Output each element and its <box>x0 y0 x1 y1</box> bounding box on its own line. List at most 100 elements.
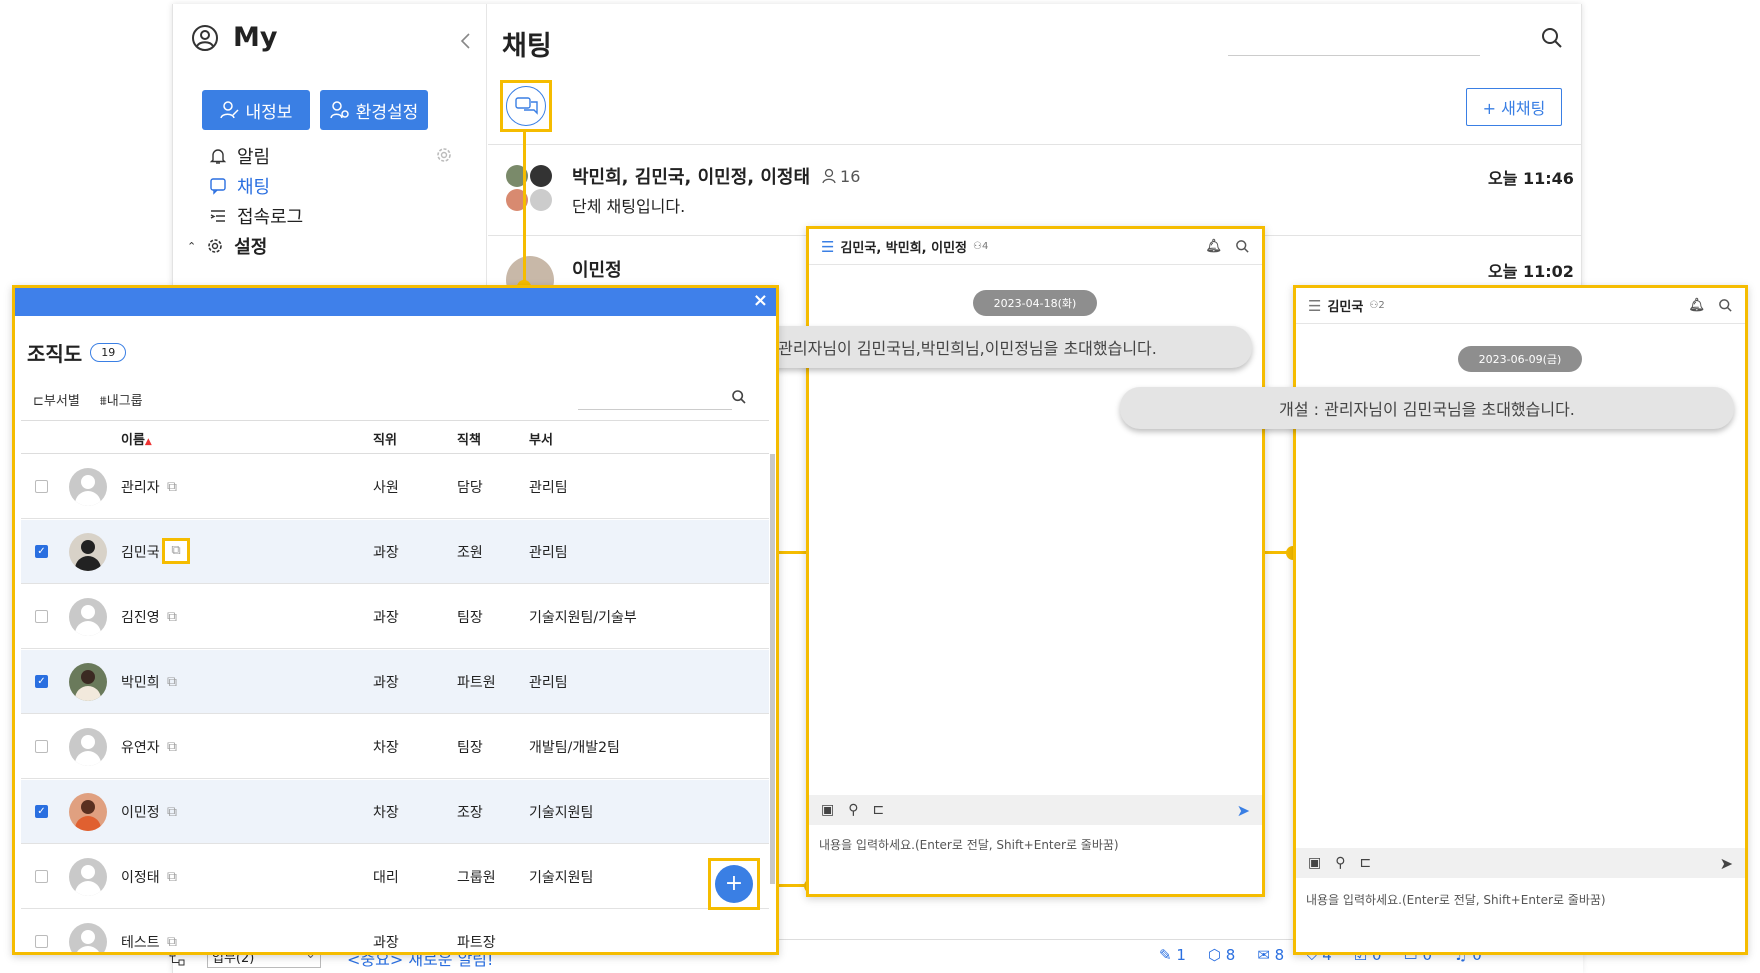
chat-icon[interactable]: ⧉ <box>167 609 177 625</box>
avatar <box>69 597 107 636</box>
bell-icon[interactable]: 🔔︎ <box>1688 298 1705 313</box>
tab-group[interactable]: ⩩내그룹 <box>100 390 143 409</box>
pen-icon-count[interactable]: ✎ 1 <box>1159 946 1186 964</box>
chat-name: 이민정 <box>572 260 622 281</box>
row-name: 김진영 <box>121 609 160 626</box>
table-row[interactable]: 관리자 ⧉ 사원 담당 관리팀 <box>21 455 769 519</box>
table-row[interactable]: ✓ 김민국 ⧉ 과장 조원 관리팀 <box>21 520 769 584</box>
row-dept: 관리팀 <box>529 674 568 691</box>
chat-toolbar: ▣ ⚲ ⊏ ➤ <box>1296 848 1745 878</box>
row-checkbox[interactable] <box>35 480 48 493</box>
myinfo-label: 내정보 <box>245 102 293 123</box>
chat-time: 오늘 11:46 <box>1488 169 1574 188</box>
row-role: 팀장 <box>457 739 483 756</box>
chat-icon[interactable]: ⧉ <box>162 538 190 564</box>
bell-icon[interactable]: 🔔︎ <box>1205 239 1222 254</box>
menu-icon[interactable]: ☰ <box>821 238 834 256</box>
org-icon[interactable]: ⊏ <box>873 802 885 818</box>
chat-icon[interactable]: ⧉ <box>167 804 177 820</box>
user-circle-icon <box>192 24 218 51</box>
row-checkbox[interactable] <box>35 870 48 883</box>
person-icon: ⚇ <box>973 241 982 252</box>
image-icon[interactable]: ▣ <box>821 802 834 818</box>
row-rank: 대리 <box>373 869 399 886</box>
row-checkbox[interactable]: ✓ <box>35 545 48 558</box>
chat-double-icon <box>515 97 538 115</box>
row-checkbox[interactable]: ✓ <box>35 805 48 818</box>
avatar <box>69 532 107 571</box>
attach-icon[interactable]: ⚲ <box>848 802 858 818</box>
add-chat-button[interactable]: + <box>715 865 753 903</box>
row-role: 조장 <box>457 804 483 821</box>
row-checkbox[interactable] <box>35 740 48 753</box>
scrollbar[interactable] <box>770 454 775 884</box>
table-row[interactable]: 김진영 ⧉ 과장 팀장 기술지원팀/기술부 <box>21 585 769 649</box>
chat-bubble-icon <box>210 178 226 195</box>
col-name[interactable]: 이름▲ <box>121 429 152 448</box>
message-input[interactable]: 내용을 입력하세요.(Enter로 전달, Shift+Enter로 줄바꿈) <box>1306 891 1606 908</box>
row-checkbox[interactable] <box>35 610 48 623</box>
settings-label: 환경설정 <box>355 102 419 123</box>
image-icon[interactable]: ▣ <box>1308 855 1321 871</box>
tab-dept[interactable]: ⊏부서별 <box>33 390 80 409</box>
search-icon[interactable] <box>1540 26 1564 50</box>
search-input[interactable] <box>1228 24 1480 56</box>
chat-icon[interactable]: ⧉ <box>167 674 177 690</box>
search-icon[interactable] <box>731 389 747 405</box>
search-icon[interactable] <box>1235 239 1250 254</box>
table-row[interactable]: ✓ 박민희 ⧉ 과장 파트원 관리팀 <box>21 650 769 714</box>
mail-icon-count[interactable]: ✉ 8 <box>1257 946 1284 964</box>
row-name: 유연자 <box>121 739 160 756</box>
chat-icon[interactable]: ⧉ <box>167 934 177 950</box>
chat-list-item[interactable]: 박민희, 김민국, 이민정, 이정태 16 단체 채팅입니다. 오늘 11:46 <box>488 145 1582 225</box>
search-icon[interactable] <box>1718 298 1733 313</box>
user-gear-icon <box>329 101 349 119</box>
avatar <box>69 857 107 896</box>
row-checkbox[interactable] <box>35 935 48 948</box>
myinfo-button[interactable]: 내정보 <box>202 90 310 130</box>
table-row[interactable]: ✓ 이민정 ⧉ 차장 조장 기술지원팀 <box>21 780 769 844</box>
send-icon[interactable]: ➤ <box>1237 801 1250 820</box>
menu-icon[interactable]: ☰ <box>1308 297 1321 315</box>
menu-item-access-log[interactable]: 접속로그 <box>209 203 303 229</box>
collapse-chevron-icon[interactable] <box>459 32 471 50</box>
org-icon[interactable]: ⊏ <box>1360 855 1372 871</box>
bell-icon <box>209 149 227 164</box>
chat-toolbar: ▣ ⚲ ⊏ ➤ <box>809 795 1262 825</box>
chat-window-header: ☰ 김민국 ⚇2 🔔︎ <box>1296 288 1745 324</box>
org-search-input[interactable] <box>578 384 732 410</box>
chat-icon[interactable]: ⧉ <box>167 739 177 755</box>
row-dept: 기술지원팀/기술부 <box>529 609 637 626</box>
col-rank[interactable]: 직위 <box>373 429 397 448</box>
send-icon[interactable]: ➤ <box>1720 854 1733 873</box>
avatar <box>69 922 107 952</box>
box-icon-count[interactable]: ⬡ 8 <box>1208 946 1235 964</box>
menu-label: 채팅 <box>237 177 271 198</box>
new-chat-button[interactable]: + 새채팅 <box>1466 88 1562 126</box>
gear-icon[interactable] <box>435 146 453 164</box>
org-chat-button[interactable] <box>506 86 546 126</box>
row-dept: 관리팀 <box>529 479 568 496</box>
col-dept[interactable]: 부서 <box>529 429 553 448</box>
menu-item-settings[interactable]: ⌃ 설정 <box>187 233 267 259</box>
chat-preview: 단체 채팅입니다. <box>572 197 686 216</box>
table-row[interactable]: 테스트 ⧉ 과장 파트장 <box>21 910 769 952</box>
org-chat-button-highlight <box>500 80 552 132</box>
settings-button[interactable]: 환경설정 <box>320 90 428 130</box>
chat-icon[interactable]: ⧉ <box>167 869 177 885</box>
col-role[interactable]: 직책 <box>457 429 481 448</box>
row-rank: 과장 <box>373 674 399 691</box>
member-count: 16 <box>840 166 861 186</box>
popup-titlebar: × <box>15 288 776 316</box>
table-row[interactable]: 유연자 ⧉ 차장 팀장 개발팀/개발2팀 <box>21 715 769 779</box>
attach-icon[interactable]: ⚲ <box>1335 855 1345 871</box>
table-row[interactable]: 이정태 ⧉ 대리 그룹원 기술지원팀 <box>21 845 769 909</box>
close-icon[interactable]: × <box>753 290 768 311</box>
message-input[interactable]: 내용을 입력하세요.(Enter로 전달, Shift+Enter로 줄바꿈) <box>819 836 1119 853</box>
menu-item-alarm[interactable]: 알림 <box>209 143 270 169</box>
row-name: 이민정 <box>121 804 160 821</box>
chat-icon[interactable]: ⧉ <box>167 479 177 495</box>
chat-window-title: 김민국 <box>1327 300 1364 315</box>
menu-item-chat[interactable]: 채팅 <box>209 173 270 199</box>
row-checkbox[interactable]: ✓ <box>35 675 48 688</box>
